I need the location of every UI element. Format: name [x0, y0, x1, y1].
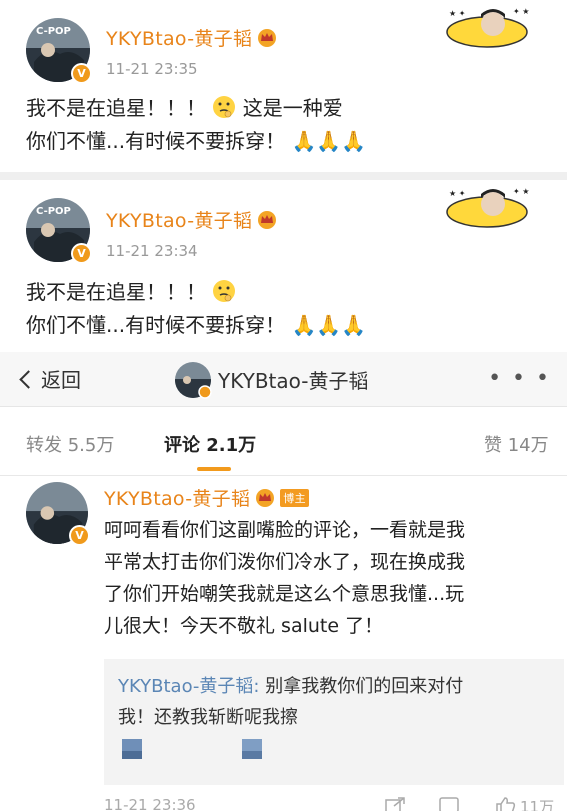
avatar[interactable]: V	[26, 482, 90, 546]
host-badge: 博主	[280, 489, 309, 507]
more-icon[interactable]: • • •	[488, 366, 551, 391]
back-label: 返回	[41, 368, 81, 392]
comment-username[interactable]: YKYBtao-黄子韬 博主	[104, 484, 309, 511]
comment-time: 11-21 23:36	[104, 796, 196, 811]
post-line-1: 我不是在追星！！！	[26, 96, 206, 120]
quoted-line-1: 别拿我教你们的回来对付	[259, 676, 464, 697]
post-line-1: 我不是在追星！！！	[26, 280, 206, 304]
tab-like[interactable]: 赞 14万	[484, 431, 549, 457]
comment-text: 呵呵看看你们这副嘴脸的评论，一看就是我 平常太打击你们泼你们冷水了，现在换成我 …	[104, 514, 465, 642]
quoted-reply[interactable]: YKYBtao-黄子韬: 别拿我教你们的回来对付 我！还教我斩断呢我擦	[104, 659, 564, 785]
username-text: YKYBtao-黄子韬	[106, 28, 253, 50]
back-button[interactable]: 返回	[19, 364, 81, 393]
comment-icon[interactable]	[438, 796, 460, 811]
celebrity-sticker-icon: ★ ✦ ✦ ★	[446, 187, 529, 228]
svg-text:C-POP: C-POP	[36, 26, 71, 37]
avatar[interactable]: C-POP V	[26, 198, 92, 264]
svg-text:★ ✦: ★ ✦	[449, 189, 466, 198]
share-icon[interactable]	[384, 796, 406, 811]
like-icon[interactable]	[494, 796, 516, 811]
comment-line: 呵呵看看你们这副嘴脸的评论，一看就是我	[104, 519, 466, 541]
thinking-emoji-icon	[213, 96, 236, 118]
svg-text:★ ✦: ★ ✦	[449, 9, 466, 18]
username[interactable]: YKYBtao-黄子韬	[106, 206, 278, 233]
post-line-2: 你们不懂...有时候不要拆穿！	[26, 313, 286, 337]
tabs-separator	[0, 475, 567, 476]
nav-title: YKYBtao-黄子韬	[218, 369, 369, 393]
svg-text:✦ ★: ✦ ★	[513, 187, 529, 196]
image-thumbnail-icon[interactable]	[242, 739, 262, 759]
crown-icon	[258, 29, 277, 47]
like-count: 11万	[520, 798, 555, 811]
post-line-1b: 这是一种爱	[242, 96, 343, 120]
pray-emoji-icon: 🙏🙏🙏	[291, 129, 367, 153]
tab-bar: 转发 5.5万 评论 2.1万 赞 14万	[0, 407, 567, 475]
celebrity-sticker-icon: ★ ✦ ✦ ★	[446, 7, 529, 48]
verified-icon: V	[71, 63, 92, 84]
post-text: 我不是在追星！！！ 你们不懂...有时候不要拆穿！ 🙏🙏🙏	[26, 276, 366, 342]
tab-comment[interactable]: 评论 2.1万	[164, 431, 256, 457]
quoted-text: YKYBtao-黄子韬: 别拿我教你们的回来对付 我！还教我斩断呢我擦	[118, 671, 548, 733]
weibo-post-1: C-POP V YKYBtao-黄子韬 11-21 23:35 ★ ✦ ✦ ★ …	[0, 0, 567, 172]
post-divider	[0, 172, 567, 180]
quoted-line-2: 我！还教我斩断呢我擦	[118, 707, 298, 728]
thinking-emoji-icon	[213, 280, 236, 302]
post-time: 11-21 23:34	[106, 242, 198, 260]
weibo-post-2: C-POP V YKYBtao-黄子韬 11-21 23:34 ★ ✦ ✦ ★ …	[0, 180, 567, 352]
post-time: 11-21 23:35	[106, 60, 198, 78]
tab-repost[interactable]: 转发 5.5万	[26, 431, 114, 457]
pray-emoji-icon: 🙏🙏🙏	[291, 313, 367, 337]
quoted-username[interactable]: YKYBtao-黄子韬:	[118, 676, 260, 697]
svg-text:C-POP: C-POP	[36, 206, 71, 217]
image-thumbnail-icon[interactable]	[122, 739, 142, 759]
comment-line: 了你们开始嘲笑我就是这么个意思我懂...玩	[104, 583, 465, 605]
verified-icon: V	[71, 243, 92, 264]
verified-icon: V	[69, 525, 90, 546]
crown-icon	[258, 211, 277, 229]
comment-footer: 11-21 23:36 11万	[0, 796, 567, 811]
comment-line: 儿很大！今天不敬礼 salute 了！	[104, 615, 384, 637]
active-tab-indicator	[197, 467, 231, 471]
svg-text:✦ ★: ✦ ★	[513, 7, 529, 16]
username[interactable]: YKYBtao-黄子韬	[106, 24, 278, 51]
username-text: YKYBtao-黄子韬	[106, 210, 253, 232]
post-line-2: 你们不懂...有时候不要拆穿！	[26, 129, 286, 153]
chevron-left-icon	[19, 370, 38, 389]
comment-line: 平常太打击你们泼你们冷水了，现在换成我	[104, 551, 466, 573]
crown-icon	[256, 489, 275, 507]
nav-bar: 返回 YKYBtao-黄子韬 • • •	[0, 352, 567, 407]
avatar[interactable]: C-POP V	[26, 18, 92, 84]
nav-avatar[interactable]	[174, 361, 212, 399]
post-text: 我不是在追星！！！ 这是一种爱 你们不懂...有时候不要拆穿！ 🙏🙏🙏	[26, 92, 366, 158]
username-text: YKYBtao-黄子韬	[104, 488, 251, 510]
